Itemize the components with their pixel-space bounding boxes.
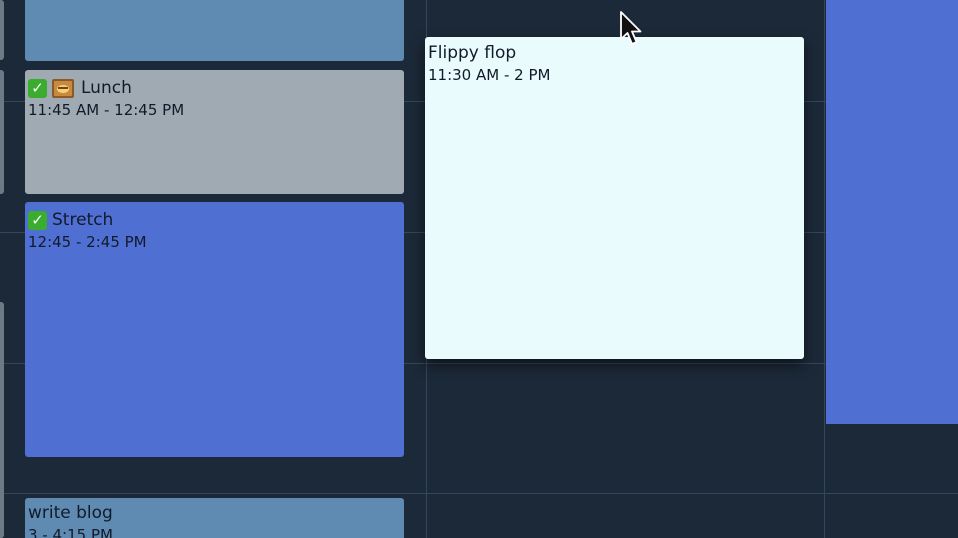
calendar-event-top[interactable] bbox=[25, 0, 404, 61]
calendar-event-stretch[interactable]: ✓ Stretch 12:45 - 2:45 PM bbox=[25, 202, 404, 457]
event-time: 11:45 AM - 12:45 PM bbox=[28, 101, 185, 119]
event-time: 11:30 AM - 2 PM bbox=[428, 66, 551, 84]
event-title: Lunch bbox=[81, 78, 132, 98]
prev-day-event-edge[interactable] bbox=[0, 70, 4, 194]
event-time: 12:45 - 2:45 PM bbox=[28, 233, 147, 251]
check-mark-icon: ✓ bbox=[28, 78, 47, 98]
event-time: 3 - 4:15 PM bbox=[28, 526, 113, 538]
calendar-event-write-blog[interactable]: write blog 3 - 4:15 PM bbox=[25, 498, 404, 538]
prev-day-event-edge[interactable] bbox=[0, 0, 4, 60]
prev-day-event-edge[interactable] bbox=[0, 302, 4, 538]
calendar-week-view: ✓ Lunch 11:45 AM - 12:45 PM ✓ Stretch 12… bbox=[0, 0, 958, 538]
event-title: write blog bbox=[28, 503, 113, 523]
mouse-cursor-icon bbox=[619, 11, 643, 47]
hour-gridline bbox=[0, 493, 958, 494]
event-title: Flippy flop bbox=[428, 43, 517, 63]
event-title-row: write blog bbox=[28, 501, 401, 525]
calendar-event-right-column[interactable] bbox=[826, 0, 958, 424]
event-title-row: ✓ Stretch bbox=[28, 208, 401, 232]
event-title: Stretch bbox=[52, 210, 114, 230]
check-mark-icon: ✓ bbox=[28, 210, 47, 230]
day-column-divider bbox=[824, 0, 825, 538]
event-title-row: ✓ Lunch bbox=[28, 76, 401, 100]
calendar-event-lunch[interactable]: ✓ Lunch 11:45 AM - 12:45 PM bbox=[25, 70, 404, 194]
dragging-event-flippy-flop[interactable]: Flippy flop 11:30 AM - 2 PM bbox=[425, 37, 804, 359]
food-icon bbox=[52, 78, 74, 98]
